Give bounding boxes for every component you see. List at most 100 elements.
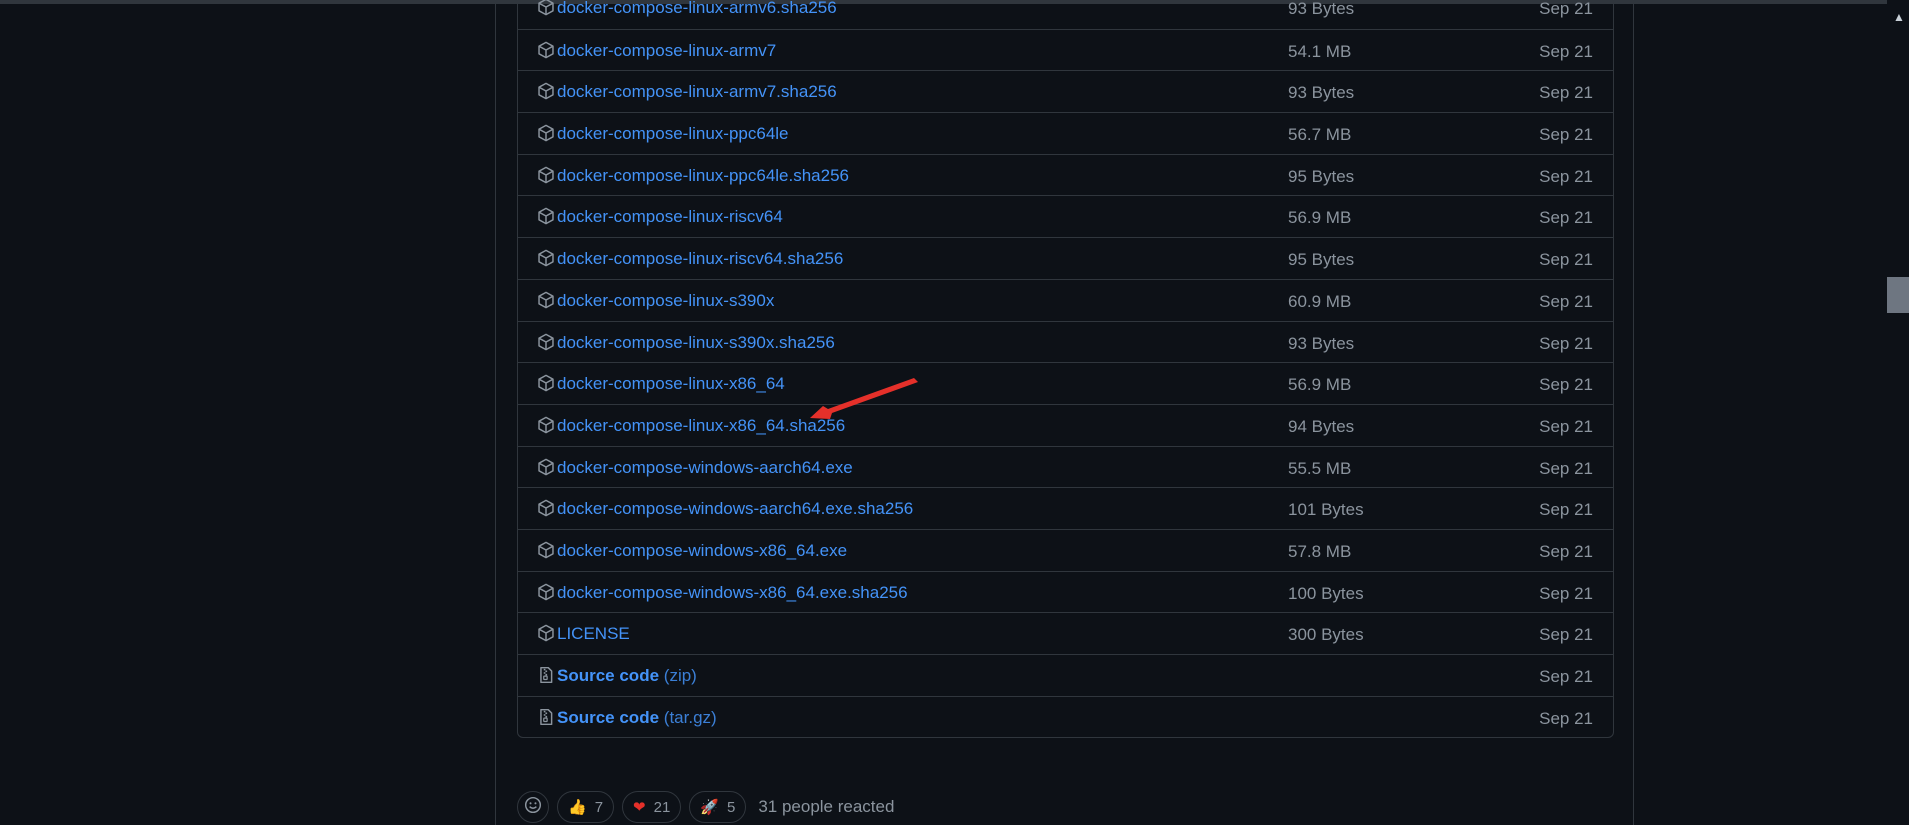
asset-download-link[interactable]: docker-compose-linux-riscv64: [557, 207, 783, 227]
asset-name: docker-compose-linux-armv7.sha256: [557, 82, 837, 102]
asset-date: Sep 21: [1539, 416, 1593, 436]
asset-name: docker-compose-windows-x86_64.exe.sha256: [557, 582, 908, 602]
asset-download-link[interactable]: docker-compose-linux-s390x: [557, 291, 774, 311]
asset-name: docker-compose-linux-ppc64le.sha256: [557, 165, 849, 185]
asset-size: 93 Bytes: [1288, 83, 1355, 103]
asset-download-link[interactable]: Source code (tar.gz): [557, 708, 717, 728]
asset-date: Sep 21: [1539, 250, 1593, 270]
asset-size: 101 Bytes: [1288, 500, 1364, 520]
asset-name: docker-compose-linux-s390x.sha256: [557, 332, 835, 352]
package-icon: [537, 458, 555, 476]
asset-name: docker-compose-linux-ppc64le: [557, 124, 789, 144]
reactions-bar: 👍 7 ❤ 21 🚀 5 31 people reacted: [517, 790, 894, 824]
asset-size: 300 Bytes: [1288, 625, 1364, 645]
asset-size: 93 Bytes: [1288, 333, 1355, 353]
asset-row: docker-compose-linux-riscv64 56.9 MB Sep 2…: [518, 195, 1613, 237]
asset-name: Source code: [557, 707, 660, 727]
asset-download-link[interactable]: docker-compose-linux-ppc64le.sha256: [557, 166, 849, 186]
asset-row: LICENSE 300 Bytes Sep 21: [518, 612, 1613, 654]
asset-download-link[interactable]: docker-compose-linux-ppc64le: [557, 124, 789, 144]
package-icon: [537, 374, 555, 392]
asset-date: Sep 21: [1539, 458, 1593, 478]
reactions-summary: 31 people reacted: [758, 797, 895, 816]
asset-date: Sep 21: [1539, 667, 1593, 686]
reaction-rocket[interactable]: 🚀 5: [689, 791, 747, 823]
asset-name: LICENSE: [557, 624, 630, 644]
asset-row: docker-compose-linux-x86_64.sha256 94 Byt…: [518, 403, 1613, 446]
asset-row: docker-compose-linux-x86_64 56.9 MB Sep 21: [518, 362, 1613, 404]
asset-download-link[interactable]: LICENSE: [557, 624, 630, 644]
asset-row: docker-compose-linux-s390x 60.9 MB Sep 21: [518, 278, 1613, 321]
scrollbar[interactable]: ▲: [1887, 0, 1909, 825]
asset-date: Sep 21: [1539, 166, 1593, 186]
asset-download-link[interactable]: docker-compose-linux-armv7.sha256: [557, 82, 837, 102]
asset-size: 54.1 MB: [1288, 41, 1352, 61]
asset-date: Sep 21: [1539, 583, 1593, 603]
asset-name: docker-compose-linux-riscv64.sha256: [557, 249, 844, 269]
asset-row: docker-compose-linux-armv7.sha256 93 Byte…: [518, 70, 1613, 112]
asset-size: 95 Bytes: [1288, 250, 1355, 270]
asset-size: 56.7 MB: [1288, 125, 1352, 145]
package-icon: [537, 249, 555, 267]
rocket-icon: 🚀: [700, 799, 719, 816]
asset-download-link[interactable]: docker-compose-linux-x86_64: [557, 374, 785, 394]
asset-row: docker-compose-linux-riscv64.sha256 95 By…: [518, 237, 1613, 279]
asset-date: Sep 21: [1539, 500, 1593, 520]
asset-name: docker-compose-windows-aarch64.exe.sha25…: [557, 499, 914, 519]
package-icon: [537, 166, 555, 184]
asset-size: 95 Bytes: [1288, 166, 1355, 186]
asset-date: Sep 21: [1539, 125, 1593, 145]
asset-date: Sep 21: [1539, 333, 1593, 353]
asset-size: 56.9 MB: [1288, 208, 1352, 228]
scrollbar-thumb[interactable]: [1887, 277, 1909, 313]
asset-name: docker-compose-windows-x86_64.exe: [557, 540, 848, 560]
asset-row: docker-compose-linux-armv6.sha256 93 Byte…: [518, 0, 1613, 29]
add-reaction-button[interactable]: [517, 791, 549, 823]
asset-row: docker-compose-windows-x86_64.exe 57.8 MB…: [518, 528, 1613, 571]
thumbs-up-icon: 👍: [568, 799, 587, 816]
asset-download-link[interactable]: docker-compose-linux-x86_64.sha256: [557, 416, 845, 436]
asset-name: docker-compose-linux-x86_64.sha256: [557, 415, 846, 435]
asset-size: 60.9 MB: [1288, 291, 1352, 311]
reaction-count: 7: [594, 798, 604, 816]
reaction-heart[interactable]: ❤ 21: [622, 791, 682, 823]
package-icon: [537, 583, 555, 601]
asset-row: docker-compose-linux-ppc64le 56.7 MB Sep 2…: [518, 112, 1613, 154]
asset-date: Sep 21: [1539, 83, 1593, 103]
asset-download-link[interactable]: docker-compose-linux-s390x.sha256: [557, 333, 835, 353]
asset-download-link[interactable]: docker-compose-windows-aarch64.exe: [557, 458, 853, 478]
asset-size: 94 Bytes: [1288, 416, 1355, 436]
smiley-icon: [524, 796, 542, 818]
asset-row: docker-compose-windows-aarch64.exe.sha25…: [518, 487, 1613, 529]
reaction-count: 5: [726, 798, 736, 816]
asset-download-link[interactable]: docker-compose-linux-armv7: [557, 41, 776, 61]
source-archive-type: (zip): [663, 666, 697, 685]
reaction-count: 21: [653, 798, 671, 816]
reaction-thumbs-up[interactable]: 👍 7: [557, 791, 615, 823]
asset-name: docker-compose-linux-armv7: [557, 40, 777, 60]
asset-name: docker-compose-windows-aarch64.exe: [557, 457, 853, 477]
file-zip-icon: [537, 666, 555, 684]
package-icon: [537, 124, 555, 142]
annotation-arrow: [810, 378, 918, 419]
asset-size: 55.5 MB: [1288, 458, 1352, 478]
release-assets-list: docker-compose-linux-armv6.sha256 93 Byte…: [517, 0, 1614, 739]
package-icon: [537, 416, 555, 434]
asset-row: docker-compose-linux-armv7 54.1 MB Sep 21: [518, 28, 1613, 71]
asset-size: 57.8 MB: [1288, 541, 1352, 561]
source-archive-type: (tar.gz): [663, 707, 717, 727]
asset-download-link[interactable]: docker-compose-linux-armv6.sha256: [557, 0, 837, 18]
scroll-up-arrow-icon[interactable]: ▲: [1893, 11, 1905, 23]
asset-download-link[interactable]: Source code (zip): [557, 666, 697, 686]
package-icon: [537, 541, 555, 559]
asset-download-link[interactable]: docker-compose-windows-x86_64.exe.sha256: [557, 583, 908, 603]
asset-download-link[interactable]: docker-compose-windows-aarch64.exe.sha25…: [557, 499, 913, 519]
asset-date: Sep 21: [1539, 208, 1593, 228]
asset-download-link[interactable]: docker-compose-linux-riscv64.sha256: [557, 249, 843, 269]
asset-date: Sep 21: [1539, 0, 1593, 18]
asset-date: Sep 21: [1539, 41, 1593, 61]
asset-download-link[interactable]: docker-compose-windows-x86_64.exe: [557, 541, 847, 561]
heart-icon: ❤: [633, 799, 646, 816]
asset-row: docker-compose-windows-aarch64.exe 55.5 M…: [518, 445, 1613, 488]
asset-name: Source code: [557, 666, 660, 685]
